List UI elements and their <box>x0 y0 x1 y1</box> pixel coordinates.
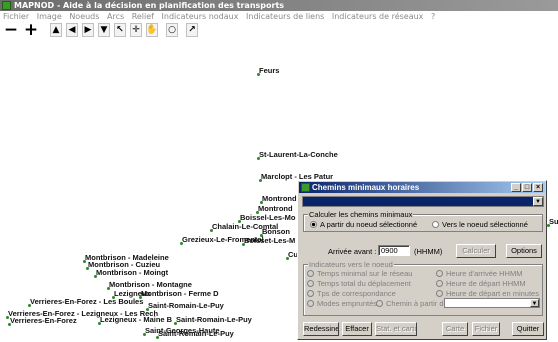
app-icon <box>2 1 11 10</box>
map-node-label[interactable]: Saint-Romain-Le-Puy <box>156 330 234 339</box>
dialog-titlebar[interactable]: Chemins minimaux horaires _ □ × <box>299 182 545 193</box>
radio-unchecked-icon <box>432 221 439 228</box>
menu-indicateurs-reseaux[interactable]: Indicateurs de réseaux <box>332 12 424 21</box>
map-node-label[interactable]: St-Laurent-La-Conche <box>257 151 338 160</box>
minimize-button[interactable]: _ <box>511 183 521 192</box>
arrival-time-input[interactable]: 0900 <box>378 245 410 256</box>
zoom-in-button[interactable]: + <box>24 20 38 40</box>
clear-button[interactable]: Effacer <box>342 322 372 336</box>
map-node-label[interactable]: Verrieres-En-Forez - Les Boules <box>27 298 143 307</box>
radio-total-time-label: Temps total du déplacement <box>317 279 411 288</box>
radio-path-from-label: Chemin à partir de <box>386 299 448 308</box>
radio-departure-min[interactable]: Heure de départ en minutes <box>436 289 539 298</box>
radio-unchecked-icon <box>436 270 443 277</box>
map-node-label[interactable]: Boissel-Les-Mo <box>237 214 295 223</box>
move-icon[interactable]: ✛ <box>130 23 142 37</box>
shortest-paths-dialog: Chemins minimaux horaires _ □ × ▼ Calcul… <box>297 180 547 340</box>
menu-relief[interactable]: Relief <box>132 12 154 21</box>
map-node-label[interactable]: Boisset-Les-M <box>241 237 295 246</box>
map-node-label[interactable]: Feurs <box>256 67 279 76</box>
calc-group-legend: Calculer les chemins minimaux <box>308 210 414 219</box>
toolbar: − + ▲ ◀ ▶ ▼ ↖ ✛ ✋ ○ ↗ <box>0 20 558 40</box>
radio-unchecked-icon <box>307 290 314 297</box>
menu-indicateurs-nodaux[interactable]: Indicateurs nodaux <box>162 12 239 21</box>
dialog-title: Chemins minimaux horaires <box>312 183 420 192</box>
network-select[interactable]: ▼ <box>302 196 544 207</box>
radio-correspondance[interactable]: Tps de correspondance <box>307 289 396 298</box>
map-node-label[interactable]: Lezigneux - Maine B <box>97 316 172 325</box>
radio-min-time[interactable]: Temps minimal sur le réseau <box>307 269 412 278</box>
file-button[interactable]: Fichier <box>472 322 500 336</box>
radio-modes-label: Modes empruntés <box>317 299 378 308</box>
indicators-group-legend: Indicateurs vers le noeud <box>308 260 394 269</box>
zoom-out-button[interactable]: − <box>4 20 18 40</box>
indicators-group: Indicateurs vers le noeud Temps minimal … <box>303 260 543 316</box>
radio-checked-icon <box>310 221 317 228</box>
hand-icon[interactable]: ✋ <box>146 23 158 37</box>
radio-to-node[interactable]: Vers le noeud sélectionné <box>432 220 528 229</box>
close-button[interactable]: × <box>533 183 543 192</box>
draw-line-icon[interactable]: ↗ <box>186 23 198 37</box>
radio-unchecked-icon <box>436 290 443 297</box>
arrival-label: Arrivée avant : <box>328 247 377 256</box>
menu-help[interactable]: ? <box>431 12 435 21</box>
window-title: MAPNOD - Aide à la décision en planifica… <box>14 1 285 10</box>
radio-from-label: A partir du noeud sélectionné <box>320 220 418 229</box>
map-node-label[interactable]: Montrond <box>256 205 293 214</box>
main-titlebar: MAPNOD - Aide à la décision en planifica… <box>0 0 558 11</box>
radio-unchecked-icon <box>307 280 314 287</box>
dialog-app-icon <box>301 183 310 192</box>
radio-total-time[interactable]: Temps total du déplacement <box>307 279 411 288</box>
radio-unchecked-icon <box>436 280 443 287</box>
radio-unchecked-icon <box>307 300 314 307</box>
map-node-label[interactable]: Saint-Romain-Le-Puy <box>146 302 224 311</box>
map-node-label[interactable]: Bonson <box>260 228 290 237</box>
radio-departure-hour[interactable]: Heure de départ HHMM <box>436 279 526 288</box>
select-pointer-icon[interactable]: ↖ <box>114 23 126 37</box>
radio-arrival-hour[interactable]: Heure d'arrivée HHMM <box>436 269 522 278</box>
map-node-label[interactable]: Montbrison - Montagne <box>107 281 192 290</box>
menu-noeuds[interactable]: Noeuds <box>69 12 99 21</box>
radio-unchecked-icon <box>307 270 314 277</box>
redraw-button[interactable]: Redessiner <box>303 322 339 336</box>
arrival-unit-label: (HHMM) <box>414 247 443 256</box>
map-node-label[interactable]: Su <box>547 218 558 227</box>
radio-departure-hour-label: Heure de départ HHMM <box>446 279 526 288</box>
map-button[interactable]: Carte <box>442 322 468 336</box>
radio-correspondance-label: Tps de correspondance <box>317 289 396 298</box>
radio-modes[interactable]: Modes empruntés <box>307 299 377 308</box>
map-node-label[interactable]: Verrieres-En-Forez <box>8 317 77 326</box>
map-node-label[interactable]: Saint-Romain-Le-Puy <box>174 316 252 325</box>
radio-to-label: Vers le noeud sélectionné <box>442 220 528 229</box>
pan-right-icon[interactable]: ▶ <box>82 23 94 37</box>
pan-down-icon[interactable]: ▼ <box>98 23 110 37</box>
radio-min-time-label: Temps minimal sur le réseau <box>317 269 413 278</box>
menu-indicateurs-liens[interactable]: Indicateurs de liens <box>246 12 324 21</box>
quit-button[interactable]: Quitter <box>512 322 544 336</box>
maximize-button[interactable]: □ <box>522 183 532 192</box>
radio-departure-min-label: Heure de départ en minutes <box>446 289 539 298</box>
calculate-button[interactable]: Calculer <box>456 244 496 258</box>
pan-up-icon[interactable]: ▲ <box>50 23 62 37</box>
map-node-label[interactable]: Montbrison - Moingt <box>93 269 168 278</box>
menu-arcs[interactable]: Arcs <box>107 12 124 21</box>
menu-image[interactable]: Image <box>37 12 62 21</box>
map-node-label[interactable]: Montbrison - Ferme D <box>139 290 219 299</box>
menubar: Fichier Image Noeuds Arcs Relief Indicat… <box>0 11 558 22</box>
radio-arrival-hour-label: Heure d'arrivée HHMM <box>446 269 523 278</box>
stats-map-button[interactable]: Stat. et carto <box>375 322 417 336</box>
map-node-label[interactable]: Montrond <box>260 195 297 204</box>
pan-left-icon[interactable]: ◀ <box>66 23 78 37</box>
path-from-select[interactable]: ▼ <box>444 298 540 308</box>
chevron-down-icon[interactable]: ▼ <box>533 197 543 206</box>
radio-path-from[interactable]: Chemin à partir de <box>376 299 448 308</box>
options-button[interactable]: Options <box>506 244 542 258</box>
radio-unchecked-icon <box>376 300 383 307</box>
chevron-down-icon[interactable]: ▼ <box>530 299 539 307</box>
radio-from-node[interactable]: A partir du noeud sélectionné <box>310 220 417 229</box>
circle-icon[interactable]: ○ <box>166 23 178 37</box>
calc-group: Calculer les chemins minimaux A partir d… <box>303 210 543 232</box>
